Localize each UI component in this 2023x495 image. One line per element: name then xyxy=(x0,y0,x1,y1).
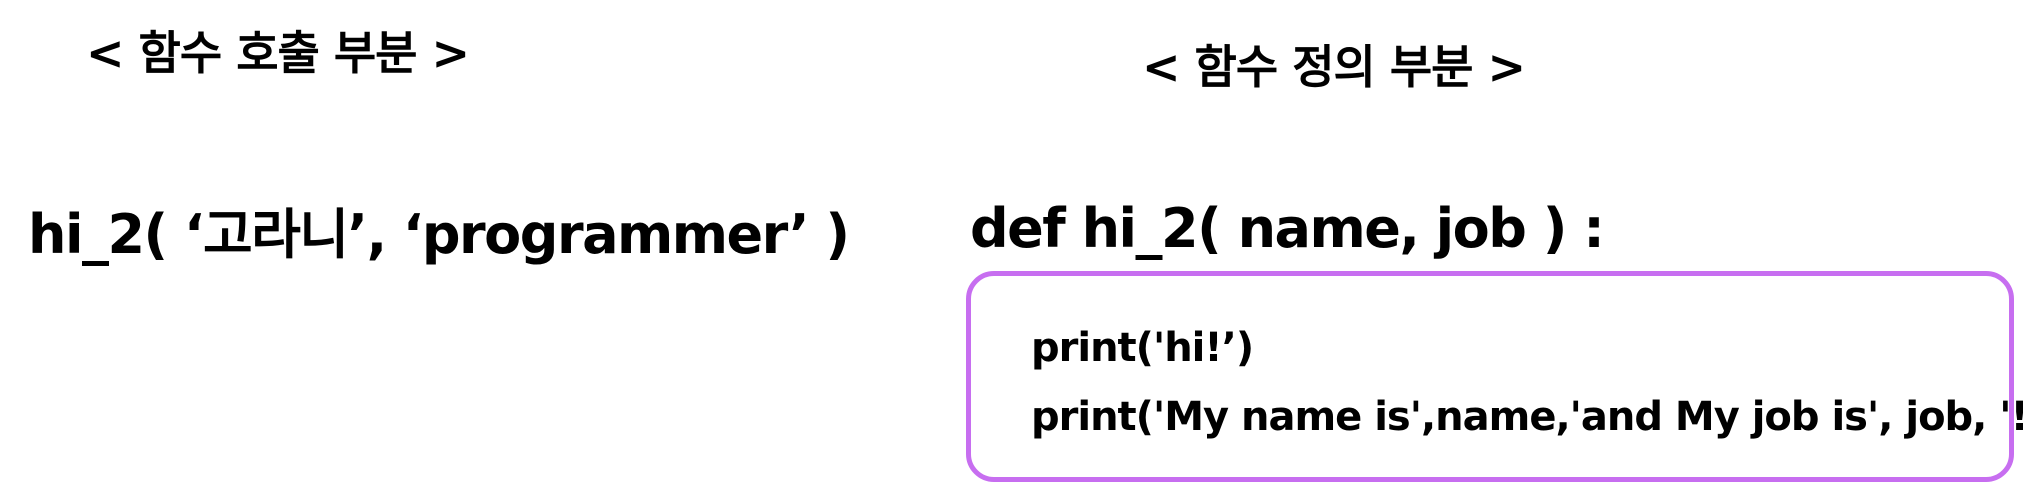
function-body-line-2: print('My name is',name,'and My job is',… xyxy=(1031,394,2023,440)
function-call-heading: < 함수 호출 부분 > xyxy=(86,26,470,80)
function-call-code: hi_2( ‘고라니’, ‘programmer’ ) xyxy=(28,203,850,266)
function-definition-signature: def hi_2( name, job ) : xyxy=(970,197,1605,260)
function-definition-heading: < 함수 정의 부분 > xyxy=(1142,40,1526,94)
function-body-line-1: print('hi!’) xyxy=(1031,325,1254,371)
function-body-box: print('hi!’) print('My name is',name,'an… xyxy=(966,271,2023,482)
